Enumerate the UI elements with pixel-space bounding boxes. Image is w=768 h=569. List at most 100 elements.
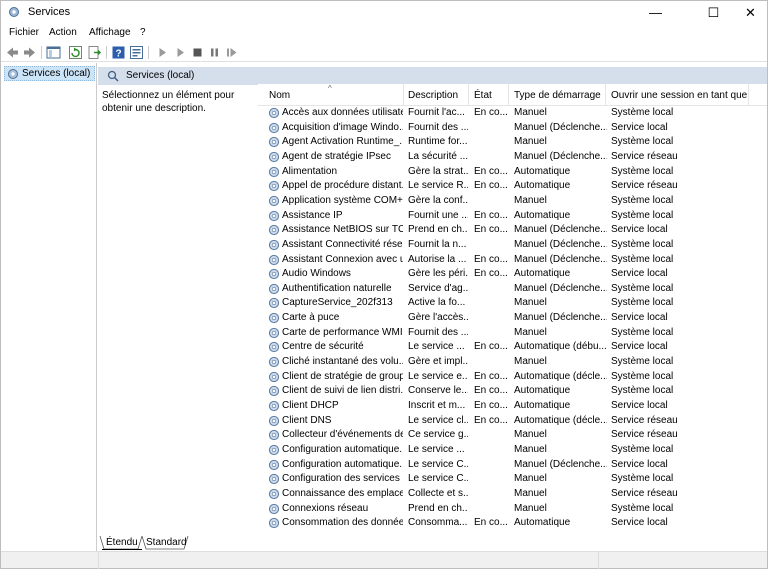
vertical-scrollbar[interactable] xyxy=(758,106,767,536)
service-description: Fournit des ... xyxy=(408,326,468,338)
refresh-icon[interactable] xyxy=(68,45,83,60)
stop-icon[interactable] xyxy=(190,45,205,60)
table-row[interactable]: Agent Activation Runtime_... Runtime for.… xyxy=(258,135,767,150)
table-row[interactable]: Assistant Connexion avec u... Autorise la… xyxy=(258,253,767,268)
table-row[interactable]: Assistance IP Fournit une ... En co... Auto… xyxy=(258,209,767,224)
close-button[interactable]: ✕ xyxy=(728,1,768,25)
column-header-state[interactable]: État xyxy=(474,90,492,101)
menu-file[interactable]: Fichier xyxy=(9,27,39,38)
table-row[interactable]: Connexions réseau Prend en ch... Manuel Sys… xyxy=(258,502,767,517)
table-row[interactable]: Client de suivi de lien distri... Conserv… xyxy=(258,384,767,399)
table-row[interactable]: Appel de procédure distant... Le service … xyxy=(258,179,767,194)
table-row[interactable]: Centre de sécurité Le service ... En co...… xyxy=(258,340,767,355)
service-name: Application système COM+ xyxy=(282,194,403,206)
service-startup-type: Manuel xyxy=(514,429,547,441)
column-divider[interactable] xyxy=(748,84,749,106)
restart-icon[interactable] xyxy=(224,45,239,60)
column-header-log-on-as[interactable]: Ouvrir une session en tant que xyxy=(611,90,747,101)
menu-view[interactable]: Affichage xyxy=(89,27,131,38)
services-list: ^ Nom Description État Type de démarrage… xyxy=(258,84,767,536)
tree-item-services-local[interactable]: Services (local) xyxy=(4,66,95,81)
service-gear-icon xyxy=(268,269,280,280)
table-row[interactable]: Connaissance des emplace... Collecte et s… xyxy=(258,487,767,502)
service-description: Runtime for... xyxy=(408,136,468,148)
service-description: Le service ... xyxy=(408,341,465,353)
help-icon[interactable]: ? xyxy=(111,45,126,60)
service-log-on-as: Système local xyxy=(611,356,674,368)
menu-action[interactable]: Action xyxy=(49,27,77,38)
menu-bar: Fichier Action Affichage ? xyxy=(1,26,767,42)
table-row[interactable]: Application système COM+ Gère la conf... M… xyxy=(258,194,767,209)
tab-standard[interactable]: Standard xyxy=(142,536,191,550)
table-row[interactable]: Acquisition d'image Windo... Fournit des … xyxy=(258,121,767,136)
service-log-on-as: Service réseau xyxy=(611,180,678,192)
table-row[interactable]: Agent de stratégie IPsec La sécurité ... M… xyxy=(258,150,767,165)
service-startup-type: Automatique xyxy=(514,165,571,177)
service-gear-icon xyxy=(268,195,280,206)
service-name: Connaissance des emplace... xyxy=(282,487,403,499)
properties-icon[interactable] xyxy=(129,45,144,60)
table-row[interactable]: Authentification naturelle Service d'ag..… xyxy=(258,282,767,297)
service-log-on-as: Service local xyxy=(611,341,668,353)
service-gear-icon xyxy=(268,254,280,265)
service-gear-icon xyxy=(268,151,280,163)
start-alt-icon[interactable] xyxy=(173,45,188,60)
export-icon[interactable] xyxy=(87,45,102,60)
column-header-startup-type[interactable]: Type de démarrage xyxy=(514,90,601,101)
table-row[interactable]: Carte à puce Gère l'accès... Manuel (Décle… xyxy=(258,311,767,326)
forward-icon[interactable] xyxy=(22,45,37,60)
tab-extended[interactable]: Étendu xyxy=(102,536,142,550)
service-log-on-as: Système local xyxy=(611,297,674,309)
table-row[interactable]: Client DNS Le service cl... En co... Automa… xyxy=(258,414,767,429)
service-description: Active la fo... xyxy=(408,297,466,309)
table-row[interactable]: Configuration des services ... Le service… xyxy=(258,472,767,487)
column-divider[interactable] xyxy=(468,84,469,106)
table-row[interactable]: Cliché instantané des volu... Gère et imp… xyxy=(258,355,767,370)
show-hide-tree-icon[interactable] xyxy=(46,45,61,60)
table-row[interactable]: Audio Windows Gère les péri... En co... Aut… xyxy=(258,267,767,282)
service-gear-icon xyxy=(268,356,280,368)
service-gear-icon xyxy=(268,386,280,397)
table-row[interactable]: Consommation des données Consomma... En co… xyxy=(258,516,767,531)
minimize-button[interactable]: — xyxy=(633,1,678,25)
table-row[interactable]: Accès aux données utilisate... Fournit l'… xyxy=(258,106,767,121)
service-gear-icon xyxy=(268,342,280,353)
column-divider[interactable] xyxy=(605,84,606,106)
service-log-on-as: Système local xyxy=(611,502,674,514)
column-divider[interactable] xyxy=(508,84,509,106)
table-row[interactable]: Collecteur d'événements de... Ce service … xyxy=(258,428,767,443)
table-row[interactable]: Carte de performance WMI Fournit des ... M… xyxy=(258,326,767,341)
table-row[interactable]: Assistance NetBIOS sur TCP... Prend en ch… xyxy=(258,223,767,238)
pause-icon[interactable] xyxy=(207,45,222,60)
service-name: Audio Windows xyxy=(282,268,351,280)
column-header-name[interactable]: Nom xyxy=(269,90,290,101)
service-name: Assistance IP xyxy=(282,209,343,221)
service-description: Gère l'accès... xyxy=(408,312,468,324)
menu-help[interactable]: ? xyxy=(140,27,146,38)
service-name: Consommation des données xyxy=(282,517,403,529)
service-gear-icon xyxy=(268,166,280,177)
back-icon[interactable] xyxy=(5,45,20,60)
service-description: Prend en ch... xyxy=(408,502,468,514)
table-row[interactable]: Client DHCP Inscrit et m... En co... Automa… xyxy=(258,399,767,414)
service-gear-icon xyxy=(268,474,280,485)
table-row[interactable]: Configuration automatique... Le service C… xyxy=(258,458,767,473)
service-description: Le service ... xyxy=(408,443,465,455)
table-row[interactable]: CaptureService_202f313 Active la fo... Man… xyxy=(258,296,767,311)
start-icon[interactable] xyxy=(155,45,170,60)
pane-header-title: Services (local) xyxy=(126,70,195,81)
table-row[interactable]: Configuration automatique... Le service .… xyxy=(258,443,767,458)
service-description: Prend en ch... xyxy=(408,224,468,236)
service-gear-icon xyxy=(268,371,280,382)
service-log-on-as: Système local xyxy=(611,326,674,338)
column-divider[interactable] xyxy=(403,84,404,106)
table-row[interactable]: Alimentation Gère la strat... En co... Auto… xyxy=(258,165,767,180)
table-row[interactable]: Assistant Connectivité réseau Fournit la … xyxy=(258,238,767,253)
service-startup-type: Manuel (Déclenche... xyxy=(514,458,607,470)
column-header-description[interactable]: Description xyxy=(408,90,458,101)
service-description: Inscrit et m... xyxy=(408,400,466,411)
table-row[interactable]: Client de stratégie de groupe Le service … xyxy=(258,370,767,385)
pane-header: Services (local) xyxy=(98,67,767,85)
service-description: Fournit la n... xyxy=(408,238,467,250)
service-state: En co... xyxy=(474,414,508,426)
